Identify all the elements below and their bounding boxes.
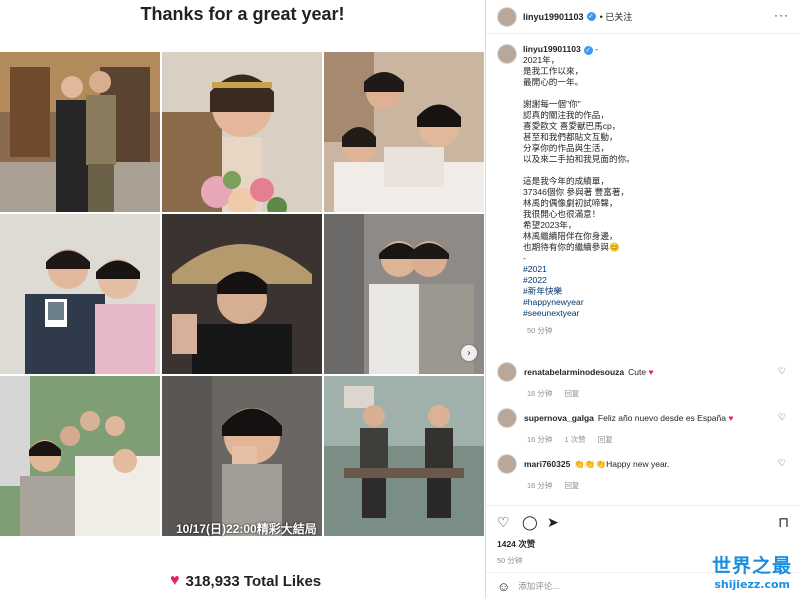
caption-line: - [523,253,526,263]
total-likes: ♥ 318,933 Total Likes [170,572,321,590]
like-comment-icon[interactable]: ♡ [778,458,786,469]
photo-tile-1 [0,52,160,212]
emoji-icon[interactable]: ☺ [497,579,510,594]
total-likes-label: 318,933 Total Likes [185,572,322,590]
photo-tile-4 [0,214,160,374]
caption-line: 謝謝每一個"你" [523,99,581,109]
caption-line [523,165,635,176]
caption-avatar[interactable] [497,44,517,64]
caption-hashtags: #2021 #2022 #新年快樂 #happynewyear #seeunextyea… [523,264,635,319]
comment-text: Cute ♥ [628,367,654,377]
hashtag-link[interactable]: #seeunextyear [523,308,635,319]
comment-2: supernova_galga Feliz año nuevo desde es… [497,408,792,445]
caption-line: 最開心的一年。 [523,77,584,87]
reply-button[interactable]: 回复 [564,389,579,398]
comment-avatar[interactable] [497,454,517,474]
comment-input[interactable]: 添加评论... [518,580,559,592]
watermark-url: shijiezz.com [714,578,790,591]
caption-line: 也期待有你的繼續參與😊 [523,242,620,252]
comment-avatar[interactable] [497,408,517,428]
hashtag-link[interactable]: #2022 [523,275,635,286]
hashtag-link[interactable]: #新年快樂 [523,286,635,297]
comment-username[interactable]: mari760325 [524,459,570,469]
comment-username[interactable]: renatabelarminodesouza [524,367,624,377]
more-options-icon[interactable]: ··· [774,8,789,22]
caption-line: 喜愛歐文 喜愛獸巴馬cp， [523,121,621,131]
caption-line: 以及來二手拍和我見面的你。 [523,154,635,164]
caption-verified-icon: ✓ [583,46,593,55]
caption-line: 2021年， [523,55,560,65]
heart-icon: ♥ [170,572,180,589]
comment-likes[interactable]: 1 次赞 [564,435,585,444]
caption-line: 我很開心也很滿意！ [523,209,601,219]
caption-lines: 2021年， 是我工作以來， 最開心的一年。 謝謝每一個"你" 認真的關注我的作品，喜… [523,55,635,264]
avatar[interactable] [497,6,517,27]
post-header: linyu19901103 ✓ • 已关注 ··· [486,0,800,34]
like-icon[interactable]: ♡ [497,514,510,531]
reply-button[interactable]: 回复 [564,481,579,490]
header-username[interactable]: linyu19901103 [523,12,584,22]
comment-text: 👏👏👏Happy new year. [574,458,670,469]
caption-text: linyu19901103 ✓ - 2021年， 是我工作以來， 最開心的一年。 謝謝… [523,44,635,319]
verified-icon: ✓ [586,12,596,21]
caption-line: 希望2023年， [523,220,577,230]
caption-line: 甚至和我們都貼文互動， [523,132,618,142]
caption-time: 50 分钟 [527,326,553,335]
photo-tile-2 [162,52,322,212]
post-detail-panel: linyu19901103 ✓ • 已关注 ··· linyu19901103 ✓… [485,0,800,598]
photo-tile-7 [0,376,160,536]
tile-caption: 10/17(日)22:00精彩大結局 [176,522,317,536]
action-bar: ♡ ◯ ➤ ⊓ [486,505,800,536]
photo-grid[interactable]: › [0,52,485,539]
next-arrow-icon[interactable]: › [461,345,477,361]
photo-tile-9 [324,376,484,536]
caption-username[interactable]: linyu19901103 [523,44,581,54]
caption-line: 是我工作以來， [523,66,584,76]
caption-line: 37346個你 參與著 豐富著， [523,187,630,197]
comment-meta: 16 分钟 回复 [527,389,580,398]
bookmark-icon[interactable]: ⊓ [778,514,789,531]
caption-line [523,88,635,99]
like-comment-icon[interactable]: ♡ [778,412,786,423]
photo-tile-6 [324,214,484,374]
post-image-panel: Thanks for a great year! › 10/17(日)22:00… [0,0,485,598]
comment-text: Feliz año nuevo desde es España ♥ [597,413,734,423]
comment-username[interactable]: supernova_galga [524,413,594,423]
image-title: Thanks for a great year! [140,4,345,24]
caption-line: 林禹的偶像劇初試啼聲， [523,198,618,208]
comment-3: mari760325 👏👏👏Happy new year. 16 分钟 回复 ♡ [497,454,792,491]
like-count[interactable]: 1424 次赞 [497,538,535,550]
comment-1: renatabelarminodesouza Cute ♥ 16 分钟 回复 ♡ [497,362,792,399]
caption-block: linyu19901103 ✓ - 2021年， 是我工作以來， 最開心的一年。 謝謝… [497,44,787,336]
caption-line: 分享你的作品與生活， [523,143,609,153]
follow-status[interactable]: • 已关注 [600,10,633,23]
caption-line: 這是我今年的成績單， [523,176,609,186]
hashtag-link[interactable]: #2021 [523,264,635,275]
comment-icon[interactable]: ◯ [522,514,538,531]
comment-avatar[interactable] [497,362,517,382]
caption-line: 林禹繼續陪伴在你身邊， [523,231,618,241]
comment-meta: 16 分钟 回复 [527,481,580,490]
photo-tile-8 [162,376,322,536]
photo-tile-5 [162,214,322,374]
hashtag-link[interactable]: #happynewyear [523,297,635,308]
caption-line: 認真的關注我的作品， [523,110,609,120]
post-time: 50 分钟 [497,556,523,565]
comment-meta: 16 分钟 1 次赞 回复 [527,435,613,444]
like-comment-icon[interactable]: ♡ [778,366,786,377]
photo-tile-3 [324,52,484,212]
reply-button[interactable]: 回复 [598,435,613,444]
share-icon[interactable]: ➤ [547,514,559,531]
watermark-logo: 世界之最 [711,555,792,577]
